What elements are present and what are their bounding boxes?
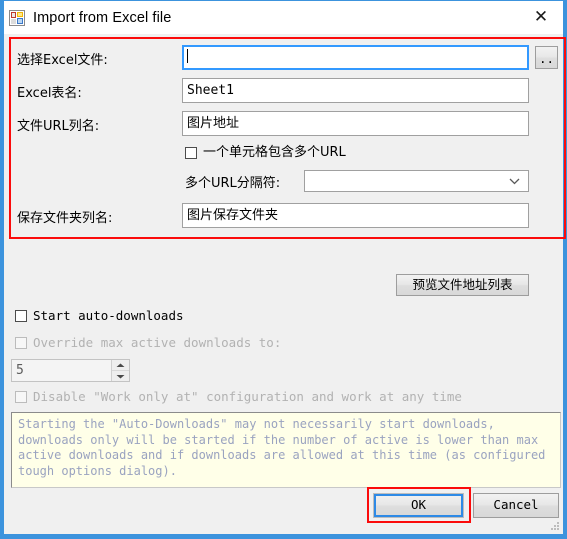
title-bar: Import from Excel file ✕ <box>4 1 563 34</box>
chevron-down-icon <box>509 175 520 188</box>
close-icon[interactable]: ✕ <box>519 1 563 33</box>
start-auto-downloads-checkbox[interactable] <box>15 310 27 323</box>
stepper-up-icon[interactable] <box>112 360 129 371</box>
label-url-separator: 多个URL分隔符: <box>185 176 281 191</box>
disable-work-only-at-checkbox <box>15 391 27 404</box>
save-folder-column-input[interactable]: 图片保存文件夹 <box>182 203 529 228</box>
text-caret <box>187 49 188 63</box>
sheet-name-input[interactable]: Sheet1 <box>182 78 529 103</box>
label-url-column: 文件URL列名: <box>17 119 100 134</box>
excel-file-input[interactable] <box>182 45 529 70</box>
url-separator-select[interactable] <box>304 170 529 192</box>
disable-work-only-at-label: Disable "Work only at" configuration and… <box>33 389 462 404</box>
stepper-buttons[interactable] <box>111 360 129 381</box>
browse-button[interactable]: .. <box>535 46 558 69</box>
disable-work-only-at-row: Disable "Work only at" configuration and… <box>15 389 462 404</box>
start-auto-downloads-label: Start auto-downloads <box>33 308 184 323</box>
dialog-body: 选择Excel文件: .. Excel表名: Sheet1 文件URL列名: 图… <box>4 34 566 534</box>
label-save-folder-column: 保存文件夹列名: <box>17 211 113 226</box>
stepper-down-icon[interactable] <box>112 371 129 381</box>
label-excel-file: 选择Excel文件: <box>17 53 108 68</box>
max-active-downloads-value[interactable]: 5 <box>12 360 111 381</box>
preview-file-list-button[interactable]: 预览文件地址列表 <box>396 274 529 296</box>
multi-url-checkbox-row[interactable]: 一个单元格包含多个URL <box>185 146 346 159</box>
ok-button[interactable]: OK <box>373 493 464 518</box>
import-from-excel-dialog: Import from Excel file ✕ 选择Excel文件: .. E… <box>0 0 567 539</box>
multi-url-checkbox-label: 一个单元格包含多个URL <box>203 145 346 160</box>
override-max-active-checkbox <box>15 337 27 350</box>
override-max-active-label: Override max active downloads to: <box>33 335 282 350</box>
excel-grid-icon <box>9 9 25 26</box>
cancel-button[interactable]: Cancel <box>473 493 559 518</box>
url-column-input[interactable]: 图片地址 <box>182 111 529 136</box>
info-text-box: Starting the "Auto-Downloads" may not ne… <box>11 412 561 488</box>
label-sheet-name: Excel表名: <box>17 86 82 101</box>
resize-grip[interactable] <box>550 522 560 532</box>
override-max-active-row: Override max active downloads to: <box>15 335 282 350</box>
start-auto-downloads-row[interactable]: Start auto-downloads <box>15 308 184 323</box>
multi-url-checkbox[interactable] <box>185 146 197 159</box>
max-active-downloads-stepper[interactable]: 5 <box>11 359 130 382</box>
window-title: Import from Excel file <box>33 9 172 26</box>
